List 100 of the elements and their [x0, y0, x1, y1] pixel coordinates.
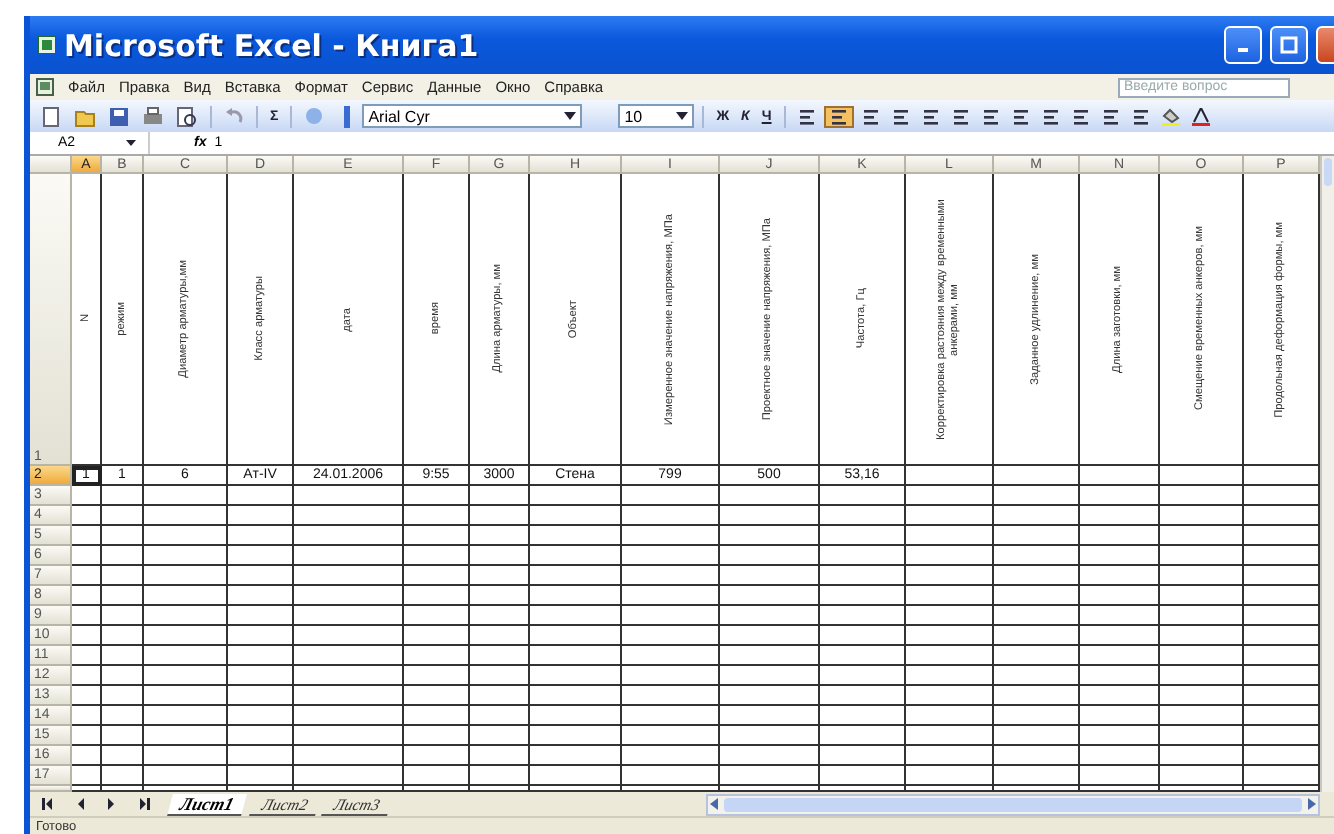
table-cell[interactable] [622, 686, 720, 706]
table-cell[interactable] [720, 706, 820, 726]
table-cell[interactable] [228, 606, 294, 626]
table-cell[interactable] [906, 586, 994, 606]
table-cell[interactable] [994, 666, 1080, 686]
table-cell[interactable] [228, 626, 294, 646]
table-cell[interactable] [622, 566, 720, 586]
table-cell[interactable] [72, 646, 102, 666]
table-cell[interactable] [530, 706, 622, 726]
table-cell[interactable] [294, 646, 404, 666]
table-cell[interactable] [906, 546, 994, 566]
table-cell[interactable] [72, 726, 102, 746]
table-cell[interactable] [144, 486, 228, 506]
table-cell[interactable] [906, 606, 994, 626]
table-cell[interactable] [144, 666, 228, 686]
table-cell[interactable] [530, 626, 622, 646]
table-cell[interactable] [72, 706, 102, 726]
table-cell[interactable] [820, 766, 906, 786]
table-cell[interactable] [144, 766, 228, 786]
table-cell[interactable] [102, 606, 144, 626]
table-cell[interactable] [1160, 546, 1244, 566]
table-cell[interactable] [294, 666, 404, 686]
table-cell[interactable] [404, 626, 470, 646]
table-cell[interactable] [102, 726, 144, 746]
table-cell[interactable] [1160, 726, 1244, 746]
table-cell[interactable] [720, 746, 820, 766]
table-cell[interactable] [470, 726, 530, 746]
table-cell[interactable] [906, 506, 994, 526]
table-cell[interactable] [1080, 506, 1160, 526]
table-cell[interactable] [622, 646, 720, 666]
table-cell[interactable] [72, 746, 102, 766]
table-cell[interactable] [820, 706, 906, 726]
table-cell[interactable] [144, 506, 228, 526]
table-cell[interactable] [72, 606, 102, 626]
table-cell[interactable] [994, 566, 1080, 586]
last-sheet-icon[interactable] [138, 798, 150, 810]
table-cell[interactable] [994, 586, 1080, 606]
table-cell[interactable] [470, 666, 530, 686]
table-cell[interactable] [102, 746, 144, 766]
sheet-tab[interactable]: Лист2 [248, 793, 320, 815]
table-cell[interactable] [72, 486, 102, 506]
table-cell[interactable] [228, 726, 294, 746]
table-cell[interactable] [720, 606, 820, 626]
table-cell[interactable] [530, 486, 622, 506]
table-cell[interactable] [144, 626, 228, 646]
table-cell[interactable] [622, 766, 720, 786]
table-cell[interactable] [404, 506, 470, 526]
table-cell[interactable] [720, 546, 820, 566]
table-cell[interactable] [144, 646, 228, 666]
table-cell[interactable] [994, 726, 1080, 746]
table-cell[interactable] [994, 626, 1080, 646]
table-cell[interactable] [622, 486, 720, 506]
table-cell[interactable] [720, 686, 820, 706]
table-cell[interactable] [1080, 546, 1160, 566]
table-cell[interactable] [622, 606, 720, 626]
table-cell[interactable] [404, 566, 470, 586]
table-cell[interactable] [530, 606, 622, 626]
table-cell[interactable] [228, 506, 294, 526]
table-cell[interactable] [1080, 766, 1160, 786]
minimize-button[interactable] [1224, 26, 1262, 64]
table-cell[interactable] [404, 606, 470, 626]
print-button[interactable] [138, 105, 168, 127]
table-cell[interactable] [820, 666, 906, 686]
table-cell[interactable] [906, 646, 994, 666]
table-cell[interactable] [470, 506, 530, 526]
table-cell[interactable] [820, 506, 906, 526]
fill-color-button[interactable] [1157, 107, 1184, 125]
table-cell[interactable] [994, 526, 1080, 546]
font-field[interactable]: Arial Cyr [362, 104, 583, 128]
table-cell[interactable] [994, 766, 1080, 786]
table-cell[interactable] [1080, 606, 1160, 626]
table-cell[interactable] [102, 766, 144, 786]
table-cell[interactable] [144, 606, 228, 626]
table-cell[interactable] [144, 586, 228, 606]
table-cell[interactable] [72, 566, 102, 586]
table-cell[interactable] [144, 726, 228, 746]
table-cell[interactable] [1160, 586, 1244, 606]
table-cell[interactable] [470, 766, 530, 786]
table-cell[interactable] [530, 666, 622, 686]
table-cell[interactable] [994, 646, 1080, 666]
table-cell[interactable] [102, 506, 144, 526]
table-cell[interactable] [294, 586, 404, 606]
table-cell[interactable] [906, 686, 994, 706]
table-cell[interactable] [404, 666, 470, 686]
table-cell[interactable] [1160, 766, 1244, 786]
table-cell[interactable] [622, 726, 720, 746]
next-sheet-icon[interactable] [106, 798, 118, 810]
table-cell[interactable] [102, 686, 144, 706]
table-cell[interactable] [994, 606, 1080, 626]
table-cell[interactable] [294, 626, 404, 646]
table-cell[interactable] [906, 666, 994, 686]
table-cell[interactable] [228, 686, 294, 706]
prev-sheet-icon[interactable] [74, 798, 86, 810]
table-cell[interactable] [470, 686, 530, 706]
table-cell[interactable] [820, 526, 906, 546]
table-cell[interactable] [622, 506, 720, 526]
table-cell[interactable] [102, 646, 144, 666]
table-cell[interactable] [228, 586, 294, 606]
table-cell[interactable] [622, 746, 720, 766]
table-cell[interactable] [294, 506, 404, 526]
